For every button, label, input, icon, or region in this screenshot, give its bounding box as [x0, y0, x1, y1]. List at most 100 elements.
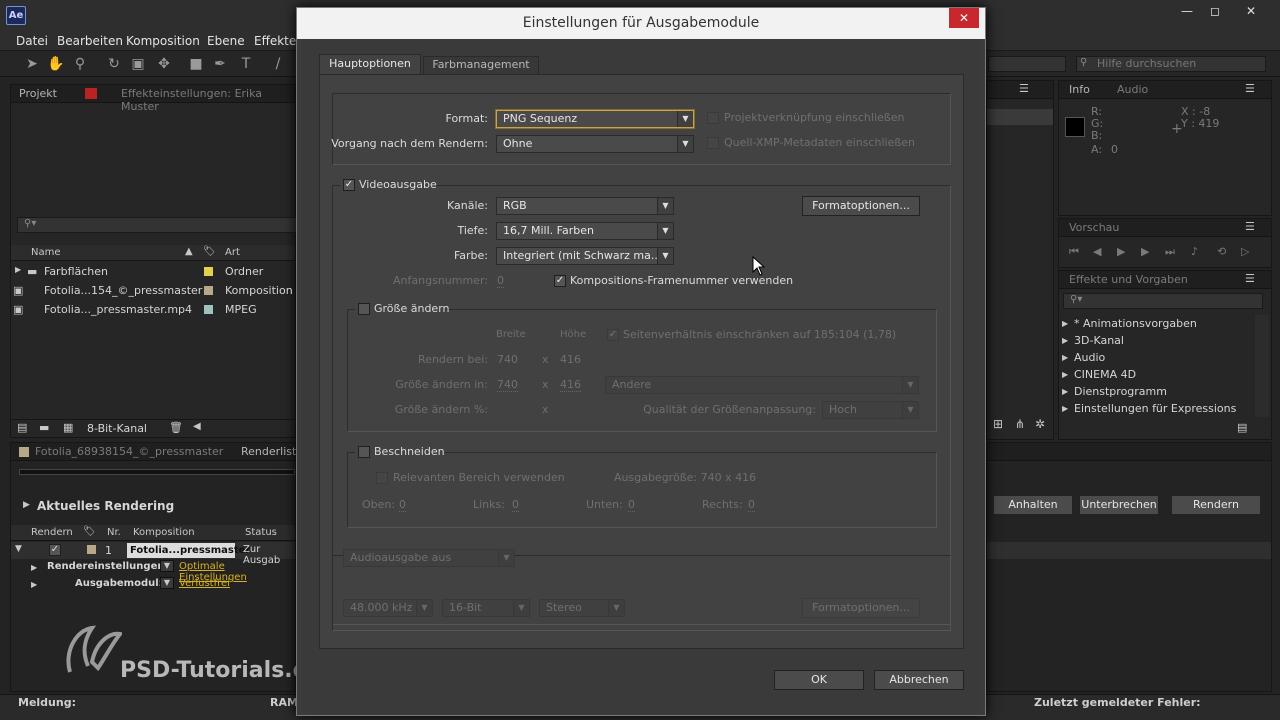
channels-audio-select[interactable]: Stereo ▼ — [539, 599, 625, 617]
flowchart-icon[interactable]: ⋔ — [1015, 417, 1025, 431]
pen-tool-icon[interactable]: ✒ — [210, 54, 230, 74]
tab-effekte-vorgaben[interactable]: Effekte und Vorgaben — [1069, 273, 1188, 286]
audio-format-options-button[interactable]: Formatoptionen... — [802, 598, 920, 618]
resize-preset-select[interactable]: Andere ▼ — [605, 376, 919, 394]
rotate-tool-icon[interactable]: ↻ — [104, 54, 124, 74]
project-search-input[interactable]: ⚲▾ — [17, 217, 297, 233]
depth-select[interactable]: 16,7 Mill. Farben ▼ — [496, 222, 674, 240]
resize-quality-select[interactable]: Hoch ▼ — [822, 401, 919, 419]
audio-output-select[interactable]: Audioausgabe aus ▼ — [343, 549, 515, 567]
comp-frame-checkbox[interactable]: ✓ — [554, 275, 566, 287]
scroll-left-icon[interactable]: ◀ — [193, 421, 201, 432]
unterbrechen-button[interactable]: Unterbrechen — [1079, 495, 1159, 515]
crop-bottom-value[interactable]: 0 — [628, 498, 635, 512]
expand-triangle-icon[interactable]: ▶ — [23, 500, 30, 510]
next-frame-icon[interactable]: ▶ — [1141, 245, 1149, 258]
aspect-checkbox[interactable]: ✓ — [607, 329, 619, 341]
render-settings-dropdown-icon[interactable]: ▼ — [160, 560, 174, 572]
close-icon[interactable]: ✕ — [1236, 2, 1266, 20]
rendern-button[interactable]: Rendern — [1171, 495, 1261, 515]
pan-behind-tool-icon[interactable]: ✥ — [154, 54, 174, 74]
effects-category-item[interactable]: ▶ Audio — [1060, 350, 1250, 367]
menu-effekte[interactable]: Effekte — [254, 34, 296, 48]
effects-search-input[interactable]: ⚲▾ — [1063, 293, 1263, 309]
expand-triangle-icon[interactable]: ▶ — [31, 580, 37, 589]
panel-menu-icon[interactable]: ☰ — [1245, 82, 1255, 95]
column-art[interactable]: Art — [225, 247, 240, 258]
effects-scrollbar[interactable] — [1255, 315, 1269, 417]
menu-komposition[interactable]: Komposition — [126, 34, 200, 48]
camera-tool-icon[interactable]: ▣ — [128, 54, 148, 74]
expand-triangle-icon[interactable]: ▶ — [1062, 336, 1068, 345]
workspace-select[interactable] — [988, 56, 1066, 72]
tab-composition[interactable]: Fotolia_68938154_©_pressmaster — [35, 445, 223, 458]
roi-checkbox[interactable] — [376, 472, 388, 484]
format-select[interactable]: PNG Sequenz ▼ — [496, 110, 694, 128]
resize-to-height[interactable]: 416 — [560, 378, 581, 392]
menu-bearbeiten[interactable]: Bearbeiten — [57, 34, 123, 48]
tab-projekt[interactable]: Projekt — [19, 87, 57, 100]
color-select[interactable]: Integriert (mit Schwarz ma... ▼ — [496, 247, 674, 265]
help-search-input[interactable]: Hilfe durchsuchen — [1076, 56, 1266, 72]
project-link-checkbox[interactable] — [707, 112, 719, 124]
effects-category-item[interactable]: ▶ * Animationsvorgaben — [1060, 316, 1250, 333]
video-output-checkbox[interactable]: ✓ — [343, 179, 355, 191]
interpret-footage-icon[interactable]: ▤ — [17, 421, 27, 434]
tab-renderliste[interactable]: Renderliste — [241, 445, 303, 458]
expand-triangle-icon[interactable]: ▶ — [1062, 353, 1068, 362]
expand-triangle-icon[interactable]: ▶ — [1062, 370, 1068, 379]
prev-frame-icon[interactable]: ◀ — [1093, 245, 1101, 258]
channels-select[interactable]: RGB ▼ — [496, 197, 674, 215]
render-comp-name[interactable]: Fotolia...pressmaster — [127, 543, 250, 558]
trash-icon[interactable]: 🗑 — [169, 421, 183, 434]
brush-tool-icon[interactable]: / — [268, 54, 288, 74]
panel-menu-icon[interactable]: ☰ — [1245, 272, 1255, 285]
cancel-button[interactable]: Abbrechen — [874, 670, 964, 690]
text-tool-icon[interactable]: T — [236, 54, 256, 74]
tab-effekteinstellungen[interactable]: Effekteinstellungen: Erika Muster — [121, 87, 295, 113]
new-preset-icon[interactable]: ▤ — [1237, 421, 1247, 434]
output-module-link[interactable]: Verlustfrei — [179, 578, 230, 589]
tab-info[interactable]: Info — [1069, 83, 1090, 96]
post-render-select[interactable]: Ohne ▼ — [496, 135, 694, 153]
zoom-tool-icon[interactable]: ⚲ — [70, 54, 90, 74]
ram-preview-icon[interactable]: ▷ — [1241, 245, 1249, 258]
last-frame-icon[interactable]: ⏭ — [1165, 245, 1175, 259]
resize-checkbox[interactable] — [358, 303, 370, 315]
dialog-close-icon[interactable]: ✕ — [949, 8, 979, 28]
minimize-icon[interactable]: — — [1172, 2, 1202, 20]
effects-category-item[interactable]: ▶ 3D-Kanal — [1060, 333, 1250, 350]
tab-hauptoptionen[interactable]: Hauptoptionen — [319, 54, 421, 74]
expand-triangle-icon[interactable]: ▶ — [1062, 404, 1068, 413]
tab-vorschau[interactable]: Vorschau — [1069, 221, 1119, 234]
expand-triangle-icon[interactable]: ▶ — [1062, 319, 1068, 328]
render-checkbox[interactable]: ✓ — [49, 544, 61, 556]
expand-triangle-icon[interactable]: ▶ — [1062, 387, 1068, 396]
loop-icon[interactable]: ⟲ — [1217, 245, 1226, 258]
panel-menu-icon[interactable]: ☰ — [1019, 82, 1029, 95]
xmp-checkbox[interactable] — [707, 137, 719, 149]
output-module-dropdown-icon[interactable]: ▼ — [160, 577, 174, 589]
ok-button[interactable]: OK — [774, 670, 864, 690]
crop-left-value[interactable]: 0 — [512, 498, 519, 512]
crop-checkbox[interactable] — [358, 446, 370, 458]
project-item[interactable]: ▣ Fotolia...154_©_pressmaster Kompositio… — [10, 282, 294, 300]
menu-ebene[interactable]: Ebene — [207, 34, 245, 48]
new-composition-icon[interactable]: ▦ — [63, 421, 73, 434]
expand-triangle-icon[interactable]: ▶ — [31, 563, 37, 572]
bit-depth-button[interactable]: 8-Bit-Kanal — [87, 422, 147, 435]
maximize-icon[interactable]: ◻ — [1200, 2, 1230, 20]
expand-triangle-icon[interactable]: ▶ — [15, 265, 21, 274]
effects-category-item[interactable]: ▶ Einstellungen für Expressions — [1060, 401, 1250, 418]
first-frame-icon[interactable]: ⏮ — [1069, 245, 1079, 259]
play-icon[interactable]: ▶ — [1117, 245, 1125, 258]
bit-depth-select[interactable]: 16-Bit ▼ — [442, 599, 530, 617]
column-name[interactable]: Name — [31, 247, 61, 258]
collapse-triangle-icon[interactable]: ▼ — [15, 544, 22, 554]
effects-category-item[interactable]: ▶ CINEMA 4D — [1060, 367, 1250, 384]
format-options-button[interactable]: Formatoptionen... — [802, 196, 920, 216]
effects-category-item[interactable]: ▶ Dienstprogramm — [1060, 384, 1250, 401]
project-item[interactable]: ▶ Farbflächen Ordner ▬ — [10, 263, 294, 281]
tab-farbmanagement[interactable]: Farbmanagement — [423, 56, 539, 74]
sample-rate-select[interactable]: 48.000 kHz ▼ — [343, 599, 433, 617]
